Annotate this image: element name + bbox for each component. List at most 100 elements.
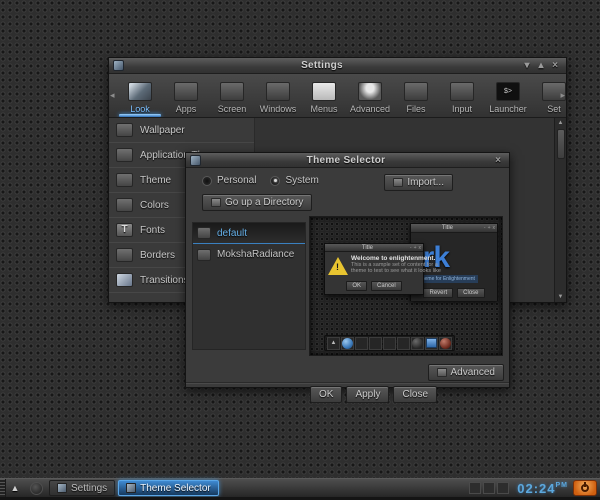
wallpaper-icon — [116, 123, 133, 137]
scrollbar-thumb[interactable] — [556, 129, 565, 159]
power-button[interactable] — [573, 480, 597, 496]
mini-maximize-icon: + — [413, 244, 417, 251]
shelf-clock-icon — [411, 336, 424, 350]
toolbar-label: Apps — [175, 104, 197, 114]
sidebar-item-wallpaper[interactable]: Wallpaper — [109, 118, 254, 143]
close-icon[interactable]: × — [548, 60, 562, 71]
toolbar-item-files[interactable]: Files — [393, 74, 439, 117]
toolbar-item-look[interactable]: Look — [117, 74, 163, 117]
theme-icon — [116, 173, 133, 187]
toolbar-item-input[interactable]: Input — [439, 74, 485, 117]
apply-button[interactable]: Apply — [346, 386, 390, 403]
toolbar-item-apps[interactable]: Apps — [163, 74, 209, 117]
input-icon — [450, 82, 474, 101]
settings-toolbar: ◂ Look Apps Screen Windows Menus Advance… — [109, 74, 566, 118]
shade-icon[interactable]: ▾ — [520, 60, 534, 71]
preview-front-body: ! Welcome to enlightenment. This is a sa… — [325, 252, 441, 275]
radio-system-label: System — [285, 175, 319, 186]
toolbar-scroll-left-icon[interactable]: ◂ — [110, 90, 115, 101]
dialog-titlebar[interactable]: Theme Selector × — [186, 153, 509, 168]
mini-close-icon: x — [492, 225, 496, 231]
systray-slot — [483, 482, 496, 494]
systray-slot — [497, 482, 510, 494]
pager-icon[interactable] — [30, 481, 43, 495]
systray-slot — [469, 482, 482, 494]
task-label: Settings — [71, 482, 108, 494]
toolbar-label: Screen — [217, 104, 247, 114]
settings-scrollbar[interactable]: ▲ ▼ — [554, 118, 566, 302]
windows-icon — [266, 82, 290, 101]
shelf-empty-slot — [397, 336, 410, 350]
application-theme-icon — [116, 148, 133, 162]
theme-item-moksharadiance[interactable]: MokshaRadiance — [193, 244, 305, 265]
settings-titlebar[interactable]: Settings ▾ ▴ × — [109, 58, 566, 74]
mini-close-icon: x — [418, 244, 422, 251]
scroll-down-icon[interactable]: ▼ — [558, 292, 564, 302]
apps-icon — [174, 82, 198, 101]
sidebar-label: Colors — [140, 199, 169, 211]
task-settings-icon — [57, 483, 67, 493]
toolbar-item-launcher[interactable]: $> Launcher — [485, 74, 531, 117]
scroll-up-icon[interactable]: ▲ — [558, 118, 564, 128]
clock-meridiem: PM — [555, 481, 568, 489]
taskbar: ▲ Settings Theme Selector 02:24 PM — [0, 478, 600, 497]
import-button[interactable]: Import... — [384, 174, 453, 191]
menus-icon — [312, 82, 336, 101]
advanced-button-label: Advanced — [450, 367, 495, 378]
look-icon — [128, 82, 152, 101]
shelf-empty-slot — [383, 336, 396, 350]
toolbar-scroll-right-icon[interactable]: ▸ — [560, 90, 565, 101]
toolbar-item-menus[interactable]: Menus — [301, 74, 347, 117]
sidebar-label: Theme — [140, 174, 172, 186]
import-button-label: Import... — [407, 177, 444, 188]
start-menu-arrow-icon[interactable]: ▲ — [6, 483, 24, 493]
shelf-up-arrow-icon: ▲ — [327, 336, 340, 350]
dialog-title: Theme Selector — [306, 154, 386, 166]
toolbar-label: Input — [451, 104, 473, 114]
preview-front-buttons: OK Cancel — [325, 281, 423, 291]
advanced-button[interactable]: Advanced — [427, 364, 504, 381]
shelf-power-icon — [439, 336, 452, 350]
ok-button-label: OK — [319, 389, 334, 400]
close-button[interactable]: Close — [393, 386, 438, 403]
close-button-label: Close — [402, 389, 429, 400]
toolbar-label: Files — [406, 104, 426, 114]
toolbar-item-advanced[interactable]: Advanced — [347, 74, 393, 117]
settings-window-title: Settings — [301, 60, 343, 71]
radio-personal[interactable]: Personal — [202, 175, 256, 186]
advanced-icon — [358, 82, 382, 101]
preview-heading: Welcome to enlightenment. — [351, 255, 436, 262]
preview-front-title: Title — [361, 244, 374, 251]
toolbar-label: Windows — [259, 104, 297, 114]
go-up-directory-label: Go up a Directory — [225, 197, 304, 208]
mini-shade-icon: - — [483, 225, 486, 231]
maximize-icon[interactable]: ▴ — [534, 60, 548, 71]
task-button-settings[interactable]: Settings — [49, 480, 116, 496]
toolbar-item-screen[interactable]: Screen — [209, 74, 255, 117]
preview-dialog-text: Welcome to enlightenment. This is a samp… — [351, 255, 441, 275]
preview-ok-button: OK — [346, 281, 367, 291]
go-up-directory-button[interactable]: Go up a Directory — [202, 194, 313, 211]
clock[interactable]: 02:24 PM — [517, 481, 568, 496]
theme-file-icon — [197, 227, 211, 239]
theme-item-default[interactable]: default — [193, 223, 305, 244]
warning-bang: ! — [336, 262, 339, 272]
apply-button-label: Apply — [355, 389, 381, 400]
theme-preview: Title - + x ark A theme for Enlightenmen… — [309, 216, 503, 356]
theme-file-icon — [197, 248, 211, 261]
radio-system-dot — [270, 175, 281, 186]
dialog-close-icon[interactable]: × — [491, 155, 505, 166]
sidebar-label: Wallpaper — [140, 124, 185, 136]
sidebar-label: Transitions — [140, 274, 189, 286]
preview-front-dialog: Title - + x ! Welcome to enlightenment. … — [324, 243, 441, 295]
dialog-body: Personal System Import... Go up a Direct… — [186, 168, 509, 403]
toolbar-item-windows[interactable]: Windows — [255, 74, 301, 117]
ok-button[interactable]: OK — [310, 386, 343, 403]
toolbar-label: Menus — [310, 104, 338, 114]
preview-body-line: theme to test to see what it looks like — [351, 268, 441, 274]
radio-system[interactable]: System — [270, 175, 319, 186]
toolbar-label: Launcher — [489, 104, 527, 114]
task-button-theme-selector[interactable]: Theme Selector — [118, 480, 219, 496]
selected-tab-underline — [119, 114, 161, 117]
shelf-folder-icon — [425, 336, 438, 350]
